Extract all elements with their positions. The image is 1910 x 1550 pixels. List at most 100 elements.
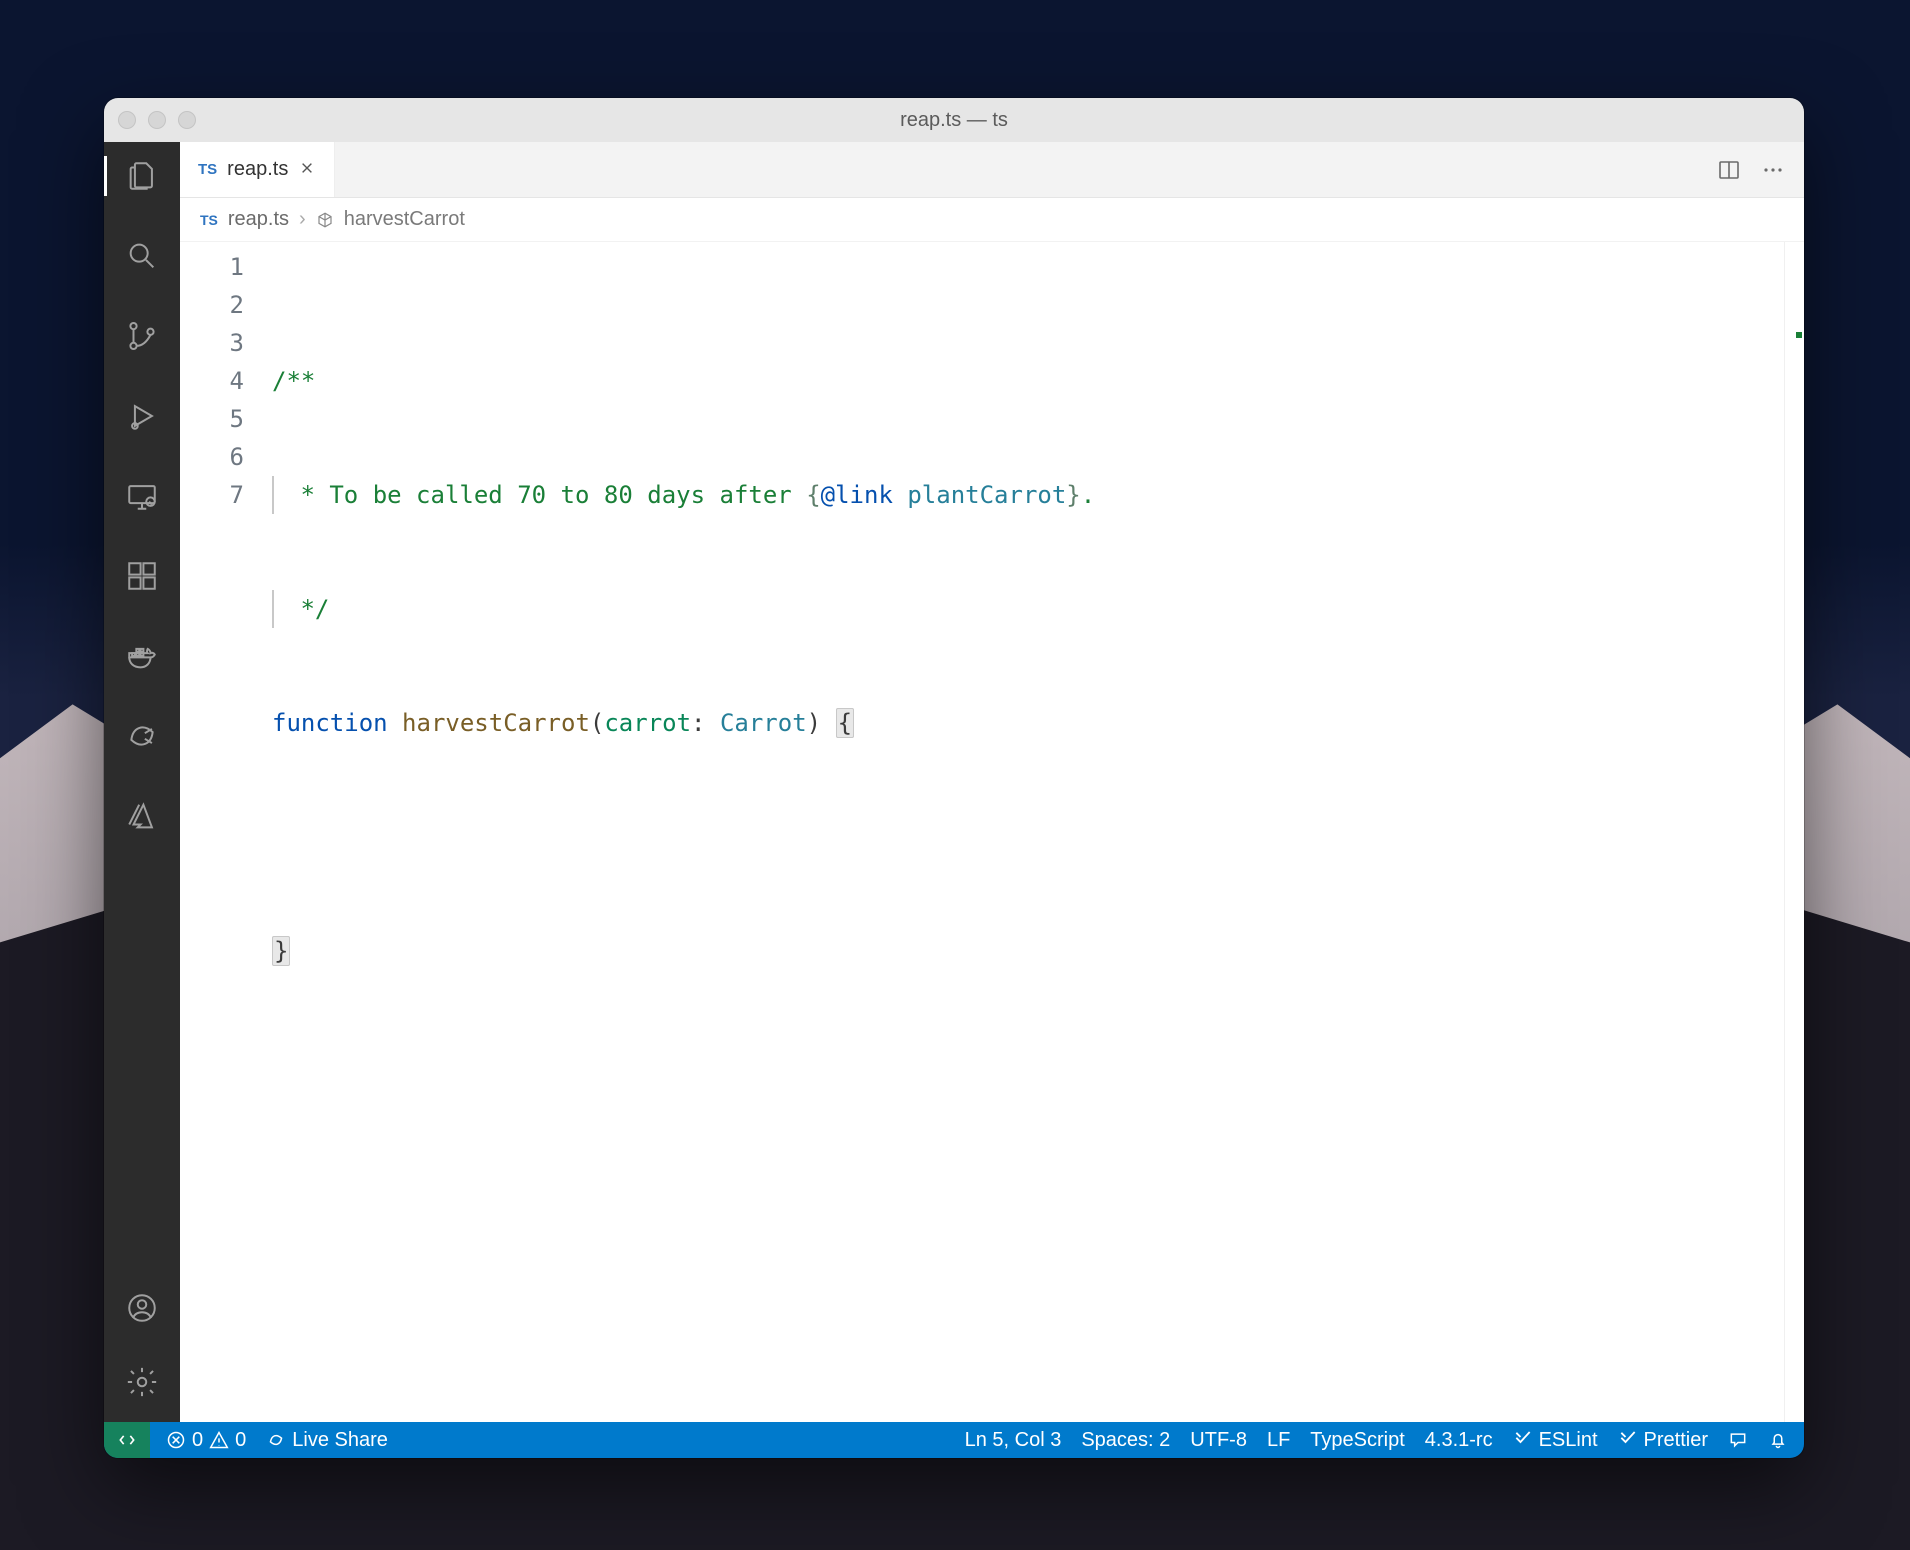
status-eslint[interactable]: ESLint [1513,1427,1598,1453]
breadcrumb-symbol[interactable]: harvestCarrot [344,208,465,231]
code-token: To be called 70 to 80 days after [329,481,806,509]
code-token: : [691,709,720,737]
status-indentation[interactable]: Spaces: 2 [1081,1429,1170,1452]
line-number: 6 [180,438,244,476]
status-prettier[interactable]: Prettier [1618,1427,1708,1453]
line-number: 5 [180,400,244,438]
remote-explorer-icon [125,479,159,513]
window-title: reap.ts — ts [104,109,1804,132]
status-warning-count: 0 [235,1429,246,1452]
activity-bar [104,142,180,1422]
code-token: . [1081,481,1095,509]
search-icon [125,239,159,273]
code-token [388,709,402,737]
code-token: */ [286,595,329,623]
tab-close-button[interactable] [298,159,316,180]
remote-icon [117,1430,137,1450]
editor-tabs: TS reap.ts [180,142,1804,198]
code-token: } [272,936,290,966]
activity-extensions[interactable] [120,554,164,598]
editor-scrollbar[interactable] [1784,242,1804,1422]
code-token [893,481,907,509]
split-editor-icon [1717,158,1741,182]
status-eol[interactable]: LF [1267,1429,1290,1452]
azure-icon [125,799,159,833]
activity-run-debug[interactable] [120,394,164,438]
window-zoom-button[interactable] [178,111,196,129]
tab-label: reap.ts [227,158,288,181]
window-close-button[interactable] [118,111,136,129]
files-icon [125,159,159,193]
breadcrumb-file[interactable]: reap.ts [228,208,289,231]
activity-explorer[interactable] [120,154,164,198]
tab-reap-ts[interactable]: TS reap.ts [180,142,335,197]
activity-docker[interactable] [120,634,164,678]
code-token: * [286,481,329,509]
more-actions-button[interactable] [1760,157,1786,183]
editor-area: TS reap.ts [180,142,1804,1422]
status-cursor-position[interactable]: Ln 5, Col 3 [965,1429,1062,1452]
status-language-mode[interactable]: TypeScript [1310,1429,1404,1452]
account-icon [125,1291,159,1325]
code-token: carrot [604,709,691,737]
code-token: Carrot [720,709,807,737]
window-minimize-button[interactable] [148,111,166,129]
status-remote-button[interactable] [104,1422,150,1458]
activity-source-control[interactable] [120,314,164,358]
code-token: harvestCarrot [402,709,590,737]
line-number-gutter: 1 2 3 4 5 6 7 [180,242,264,1422]
error-icon [166,1430,186,1450]
status-error-count: 0 [192,1429,203,1452]
code-token: ) [807,709,821,737]
live-share-icon [125,719,159,753]
activity-remote-explorer[interactable] [120,474,164,518]
activity-search[interactable] [120,234,164,278]
status-encoding[interactable]: UTF-8 [1190,1429,1247,1452]
line-number: 4 [180,362,244,400]
symbol-method-icon [316,211,334,229]
code-editor[interactable]: 1 2 3 4 5 6 7 /** * To be called 70 to 8… [180,242,1804,1422]
status-problems[interactable]: 0 0 [166,1429,246,1452]
activity-accounts[interactable] [120,1286,164,1330]
active-line-highlight [264,400,1784,438]
status-feedback[interactable] [1728,1430,1748,1450]
code-token: { [806,481,820,509]
status-live-share[interactable]: Live Share [266,1429,388,1452]
code-token: /** [272,367,315,395]
extensions-icon [125,559,159,593]
breadcrumb[interactable]: TS reap.ts › harvestCarrot [180,198,1804,242]
status-notifications[interactable] [1768,1430,1788,1450]
line-number: 1 [180,248,244,286]
line-number: 3 [180,324,244,362]
line-number: 2 [180,286,244,324]
code-token: plantCarrot [907,481,1066,509]
run-debug-icon [125,399,159,433]
gear-icon [125,1365,159,1399]
live-share-icon [266,1430,286,1450]
close-icon [300,161,314,175]
code-token: { [836,708,854,738]
code-content[interactable]: /** * To be called 70 to 80 days after {… [264,242,1784,1422]
status-live-share-label: Live Share [292,1429,388,1452]
code-token: } [1066,481,1080,509]
status-bar: 0 0 Live Share Ln 5, Col 3 Spaces: 2 UTF… [104,1422,1804,1458]
split-editor-button[interactable] [1716,157,1742,183]
ellipsis-icon [1761,158,1785,182]
window-traffic-lights [118,111,196,129]
activity-azure[interactable] [120,794,164,838]
activity-live-share[interactable] [120,714,164,758]
status-typescript-version[interactable]: 4.3.1-rc [1425,1429,1493,1452]
line-number: 7 [180,476,244,514]
check-icon [1513,1427,1533,1447]
bell-icon [1768,1430,1788,1450]
code-token [821,709,835,737]
source-control-icon [125,319,159,353]
typescript-file-icon: TS [198,161,217,178]
warning-icon [209,1430,229,1450]
code-token: function [272,709,388,737]
editor-tabs-actions [1716,142,1804,197]
window-titlebar[interactable]: reap.ts — ts [104,98,1804,142]
activity-settings[interactable] [120,1360,164,1404]
chevron-right-icon: › [299,208,306,231]
vscode-window: reap.ts — ts [104,98,1804,1458]
